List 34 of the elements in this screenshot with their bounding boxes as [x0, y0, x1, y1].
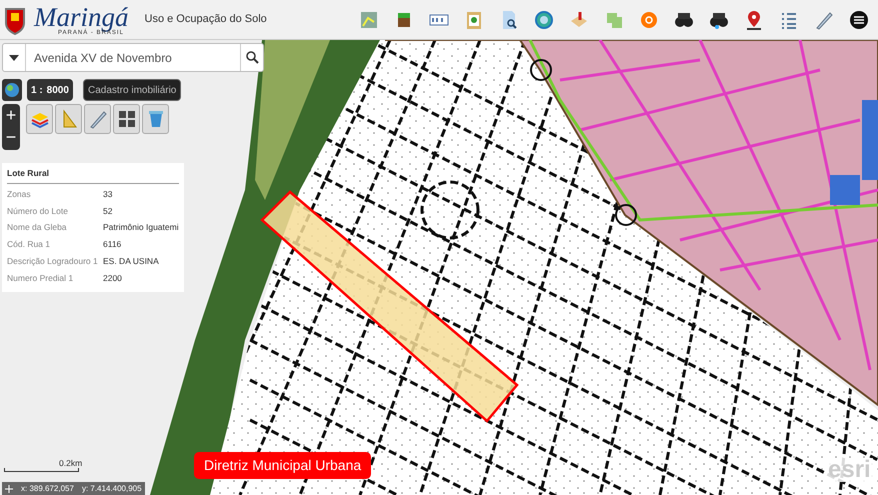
field-label: Descrição Logradouro 1	[7, 254, 99, 268]
zoom-out-button[interactable]: −	[6, 126, 16, 148]
field-value: 33	[103, 188, 112, 200]
ruler-tool-button[interactable]	[55, 104, 82, 134]
field-value: 6116	[103, 238, 122, 251]
pencil-tool-button[interactable]	[84, 104, 111, 134]
field-value: Patrimônio Iguatemi	[103, 221, 179, 234]
menu-icon[interactable]	[848, 8, 870, 30]
scale-field[interactable]: 1 : 8000	[27, 79, 73, 101]
scale-value[interactable]: 8000	[46, 82, 69, 98]
x-coordinate: x: 389.672,057	[21, 482, 74, 494]
scale-bar-label: 0.2km	[59, 459, 82, 468]
globe-search-icon[interactable]	[533, 8, 555, 30]
popup-title: Lote Rural	[7, 167, 179, 184]
scale-prefix: 1 :	[31, 84, 43, 98]
layer-button[interactable]: Cadastro imobiliário	[83, 79, 182, 101]
field-value: 52	[103, 204, 112, 218]
search-field[interactable]: Avenida XV de Novembro	[2, 43, 264, 72]
grid-tool-button[interactable]	[113, 104, 140, 134]
field-label: Cód. Rua 1	[7, 238, 51, 251]
app-title: Uso e Ocupação do Solo	[144, 12, 267, 28]
y-coordinate: y: 7.414.400,905	[82, 482, 142, 494]
field-label: Nome da Gleba	[7, 221, 68, 234]
field-label: Numero Predial 1	[7, 272, 74, 284]
field-value: 2200	[103, 272, 122, 284]
map-label: Diretriz Municipal Urbana	[194, 452, 372, 479]
zoom-in-button[interactable]: +	[6, 104, 16, 126]
field-label: Zonas	[7, 188, 32, 200]
crosshair-icon	[5, 484, 13, 492]
field-label: Número do Lote	[7, 204, 69, 218]
globe-icon[interactable]	[2, 79, 22, 101]
layers-tool-button[interactable]	[26, 104, 53, 134]
field-value: ES. DA USINA	[103, 254, 159, 268]
logo-title: Maringá	[34, 4, 128, 30]
